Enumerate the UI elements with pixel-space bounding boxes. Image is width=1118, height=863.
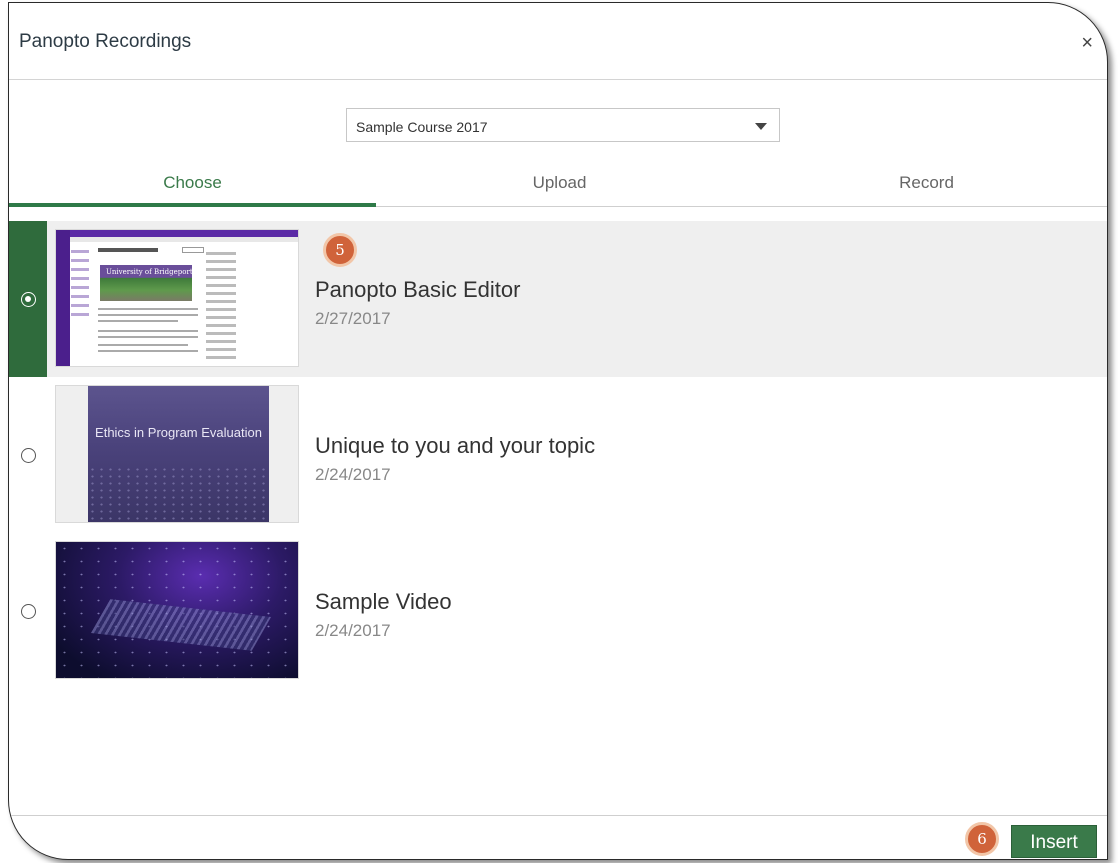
thumbnail-pattern [88, 466, 269, 522]
recording-title: Unique to you and your topic [315, 433, 596, 458]
recording-row[interactable]: University of Bridgeport Panopto Basic E… [9, 221, 1107, 377]
thumbnail-text-line [98, 314, 198, 316]
thumbnail-right-panel [206, 252, 236, 364]
thumbnail-address-bar [70, 237, 298, 242]
recording-row[interactable]: Ethics in Program Evaluation Unique to y… [9, 377, 1107, 533]
recording-date: 2/27/2017 [315, 309, 391, 328]
thumbnail-text-line [98, 344, 188, 346]
thumbnail-text-line [98, 330, 198, 332]
thumbnail-text-line [98, 308, 198, 310]
recording-radio[interactable] [21, 604, 36, 619]
dialog-header: Panopto Recordings × [9, 3, 1107, 80]
recording-title: Sample Video [315, 589, 452, 614]
insert-button[interactable]: Insert [1011, 825, 1097, 858]
recording-date: 2/24/2017 [315, 621, 391, 640]
recording-radio[interactable] [21, 448, 36, 463]
thumbnail-text-line [98, 336, 198, 338]
thumbnail-text-line [98, 320, 178, 322]
recording-title: Panopto Basic Editor [315, 277, 521, 302]
tab-choose[interactable]: Choose [9, 163, 376, 207]
thumbnail-browser-bar [56, 230, 298, 237]
recording-row[interactable]: Sample Video 2/24/2017 [9, 533, 1107, 689]
recording-date: 2/24/2017 [315, 465, 391, 484]
chevron-down-icon [755, 123, 767, 130]
course-select[interactable]: Sample Course 2017 [346, 108, 780, 142]
recording-thumbnail: University of Bridgeport [55, 229, 299, 367]
thumbnail-text-line [98, 350, 198, 352]
thumbnail-banner-text: University of Bridgeport [106, 268, 193, 276]
dialog-footer [9, 815, 1107, 859]
recordings-list: University of Bridgeport Panopto Basic E… [9, 221, 1107, 689]
step-marker-6: 6 [965, 822, 999, 856]
tab-upload[interactable]: Upload [376, 163, 743, 207]
panopto-dialog: Panopto Recordings × Sample Course 2017 … [8, 2, 1108, 860]
dialog-title: Panopto Recordings [19, 31, 192, 52]
thumbnail-sidebar [56, 230, 70, 366]
recording-thumbnail [55, 541, 299, 679]
step-marker-5: 5 [323, 233, 357, 267]
thumbnail-button [182, 247, 204, 253]
close-icon[interactable]: × [1081, 33, 1093, 53]
recording-thumbnail: Ethics in Program Evaluation [55, 385, 299, 523]
tab-bar: Choose Upload Record [9, 163, 1107, 207]
course-select-value: Sample Course 2017 [356, 119, 488, 135]
thumbnail-slide-title: Ethics in Program Evaluation [95, 425, 262, 440]
recording-radio[interactable] [21, 292, 36, 307]
tab-record[interactable]: Record [743, 163, 1107, 207]
thumbnail-heading [98, 248, 158, 252]
thumbnail-nav [71, 250, 95, 350]
